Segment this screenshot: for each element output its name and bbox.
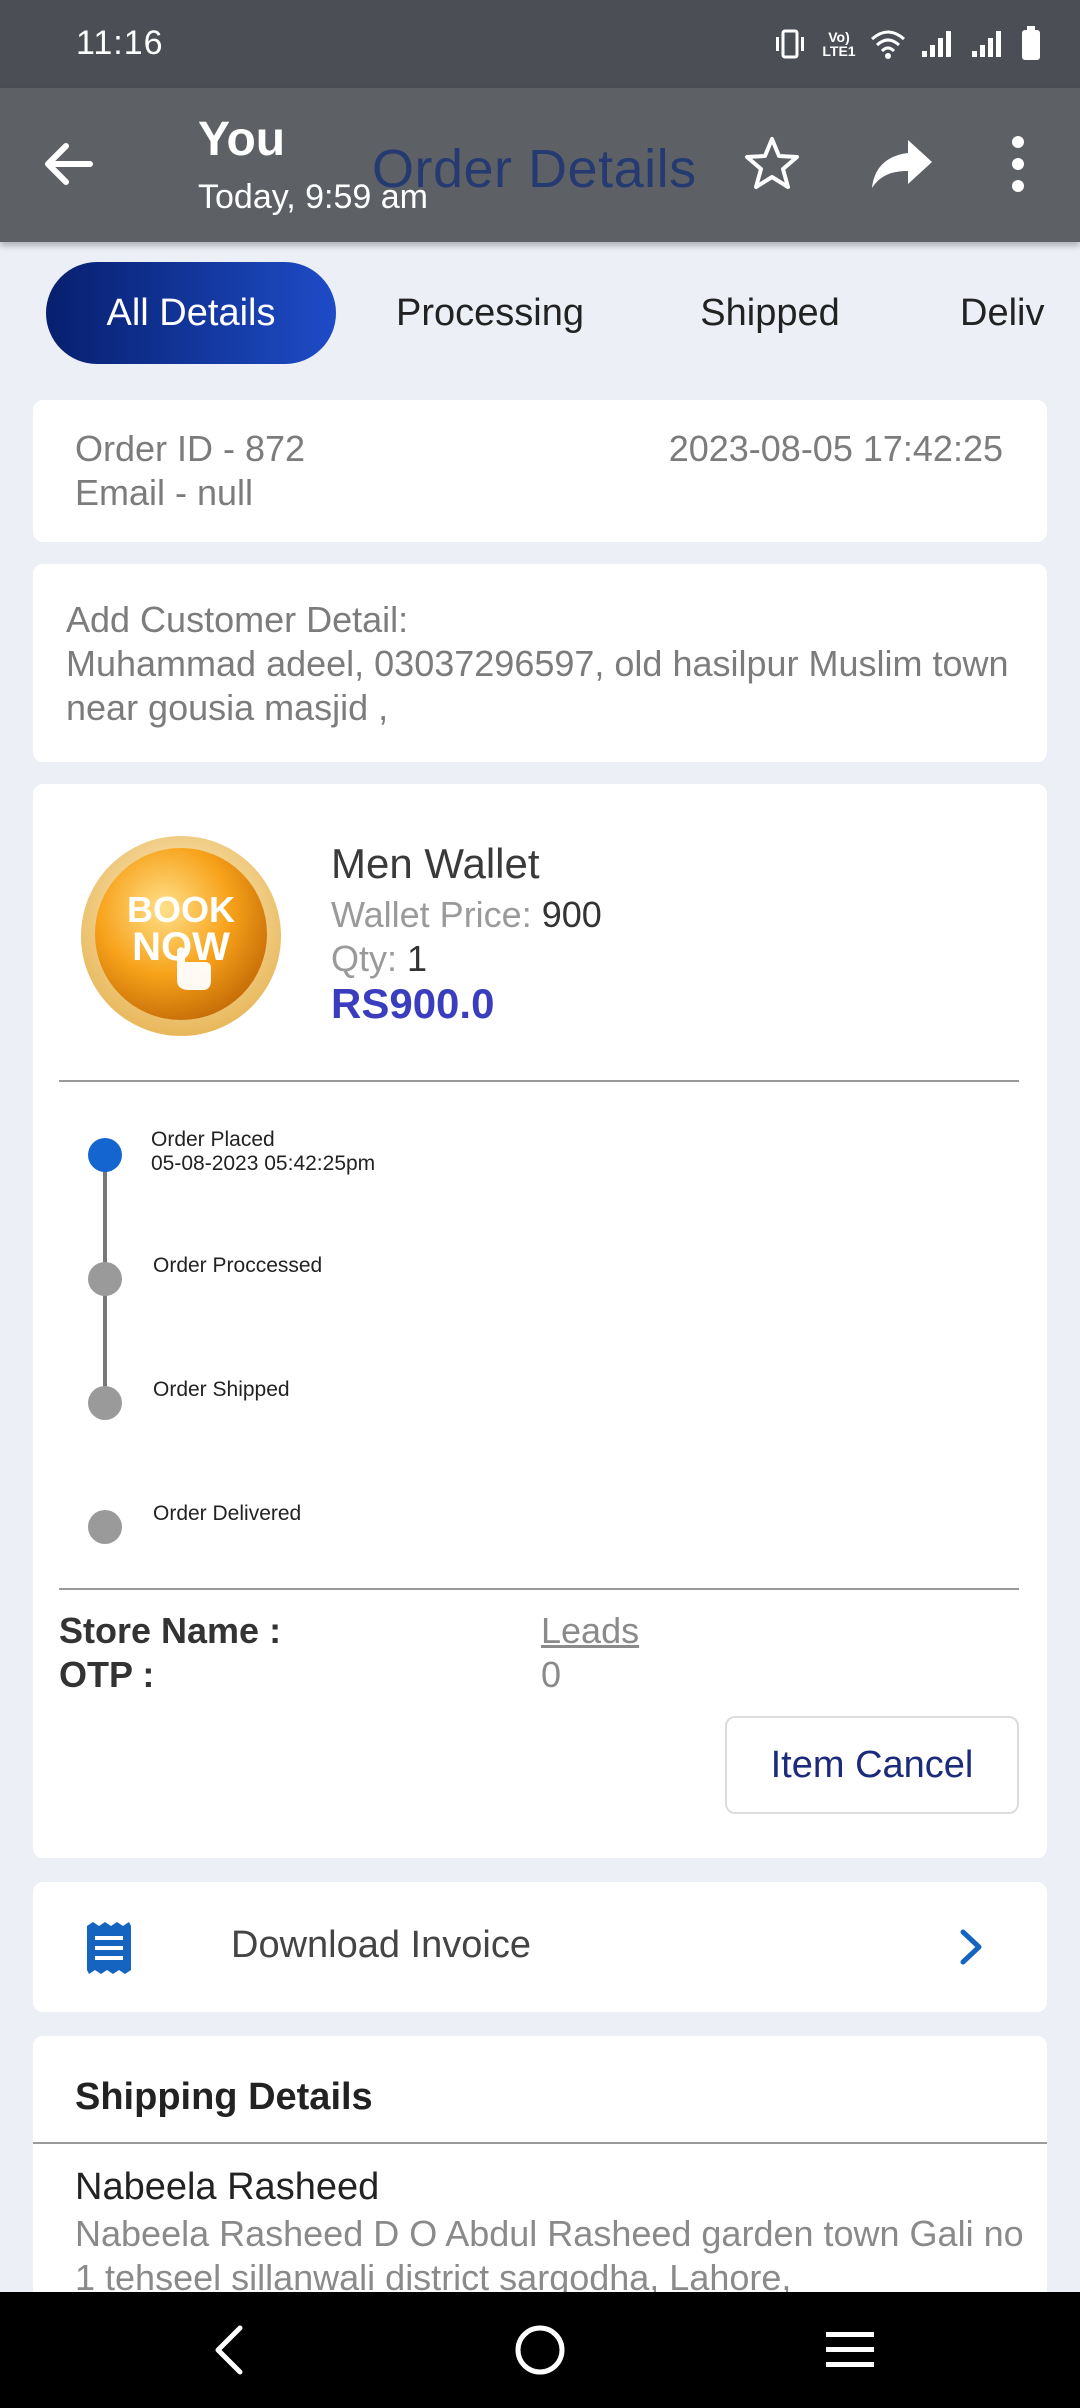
nav-back-icon[interactable] bbox=[206, 2322, 254, 2378]
product-card: BOOK NOW Men Wallet Wallet Price: 900 Qt… bbox=[33, 784, 1047, 1858]
order-datetime: 2023-08-05 17:42:25 bbox=[668, 428, 1003, 469]
order-email: Email - null bbox=[75, 472, 254, 513]
sender-name: You bbox=[198, 113, 286, 166]
signal-icon-2 bbox=[972, 31, 1001, 57]
nav-home-icon[interactable] bbox=[512, 2322, 568, 2378]
timeline-date: 05-08-2023 05:42:25pm bbox=[151, 1152, 376, 1175]
divider bbox=[59, 1080, 1019, 1082]
shipping-name: Nabeela Rasheed bbox=[75, 2166, 380, 2208]
qty-label: Qty: bbox=[331, 938, 398, 979]
timeline-dot-processed bbox=[88, 1262, 122, 1296]
volte-icon: Vo) LTE1 bbox=[822, 29, 856, 59]
receipt-icon bbox=[87, 1922, 131, 1974]
more-vert-icon[interactable] bbox=[1000, 132, 1036, 196]
divider bbox=[59, 1588, 1019, 1590]
chevron-right-icon bbox=[960, 1929, 982, 1965]
order-status-tabs: All Details Processing Shipped Deliv bbox=[0, 262, 1080, 366]
book-now-text-1: BOOK bbox=[127, 889, 235, 930]
status-icons: Vo) LTE1 bbox=[772, 22, 1042, 66]
battery-icon bbox=[1022, 26, 1040, 60]
timeline-item-placed: Order Placed 05-08-2023 05:42:25pm bbox=[151, 1128, 375, 1176]
download-invoice-row[interactable]: Download Invoice bbox=[33, 1882, 1047, 2012]
otp-value: 0 bbox=[541, 1654, 562, 1695]
shipping-title: Shipping Details bbox=[75, 2076, 373, 2118]
product-name: Men Wallet bbox=[331, 840, 540, 887]
tab-delivered[interactable]: Deliv bbox=[928, 262, 1078, 364]
store-name-link[interactable]: Leads bbox=[541, 1610, 639, 1652]
status-time: 11:16 bbox=[76, 24, 164, 62]
customer-detail-card[interactable]: Add Customer Detail: Muhammad adeel, 030… bbox=[33, 564, 1047, 762]
product-qty: Qty: 1 bbox=[331, 938, 427, 980]
wifi-icon bbox=[871, 30, 905, 59]
timeline-item-processed: Order Proccessed bbox=[153, 1254, 323, 1277]
system-nav-bar bbox=[0, 2292, 1080, 2408]
tab-shipped[interactable]: Shipped bbox=[660, 262, 880, 364]
otp-label: OTP : bbox=[59, 1654, 155, 1695]
shipping-address: Nabeela Rasheed D O Abdul Rasheed garden… bbox=[75, 2213, 1024, 2298]
timeline-dot-delivered bbox=[88, 1510, 122, 1544]
timeline-item-shipped: Order Shipped bbox=[153, 1378, 290, 1401]
customer-heading: Add Customer Detail: bbox=[66, 599, 409, 640]
timeline-item-delivered: Order Delivered bbox=[153, 1502, 302, 1525]
qty-value: 1 bbox=[407, 938, 428, 979]
tab-all-details[interactable]: All Details bbox=[46, 262, 336, 364]
product-total: RS900.0 bbox=[331, 980, 495, 1027]
timeline-label: Order Placed bbox=[151, 1128, 275, 1151]
star-icon[interactable] bbox=[742, 134, 802, 194]
timeline-dot-shipped bbox=[88, 1386, 122, 1420]
tab-processing[interactable]: Processing bbox=[370, 262, 610, 364]
back-arrow-icon[interactable] bbox=[36, 132, 100, 196]
item-cancel-button[interactable]: Item Cancel bbox=[725, 1716, 1019, 1814]
store-name-label: Store Name : bbox=[59, 1610, 282, 1651]
price-value: 900 bbox=[541, 894, 602, 935]
download-invoice-label: Download Invoice bbox=[231, 1924, 531, 1966]
divider bbox=[33, 2142, 1047, 2144]
signal-icon-1 bbox=[922, 31, 951, 57]
nav-recents-icon[interactable] bbox=[824, 2326, 876, 2374]
status-bar: 11:16 Vo) LTE1 bbox=[0, 0, 1080, 88]
customer-detail-text: Add Customer Detail: Muhammad adeel, 030… bbox=[66, 598, 1026, 730]
vibrate-icon bbox=[776, 29, 804, 59]
price-label: Wallet Price: bbox=[331, 894, 532, 935]
order-id: Order ID - 872 bbox=[75, 428, 306, 469]
timeline-dot-placed bbox=[88, 1138, 122, 1172]
share-icon[interactable] bbox=[868, 134, 936, 194]
sender-time: Today, 9:59 am bbox=[198, 178, 428, 216]
customer-details: Muhammad adeel, 03037296597, old hasilpu… bbox=[66, 643, 1009, 728]
order-info-card: Order ID - 872 Email - null 2023-08-05 1… bbox=[33, 400, 1047, 542]
book-now-image: BOOK NOW bbox=[81, 836, 281, 1036]
app-bar: Order Details You Today, 9:59 am bbox=[0, 88, 1080, 242]
product-price: Wallet Price: 900 bbox=[331, 894, 602, 936]
